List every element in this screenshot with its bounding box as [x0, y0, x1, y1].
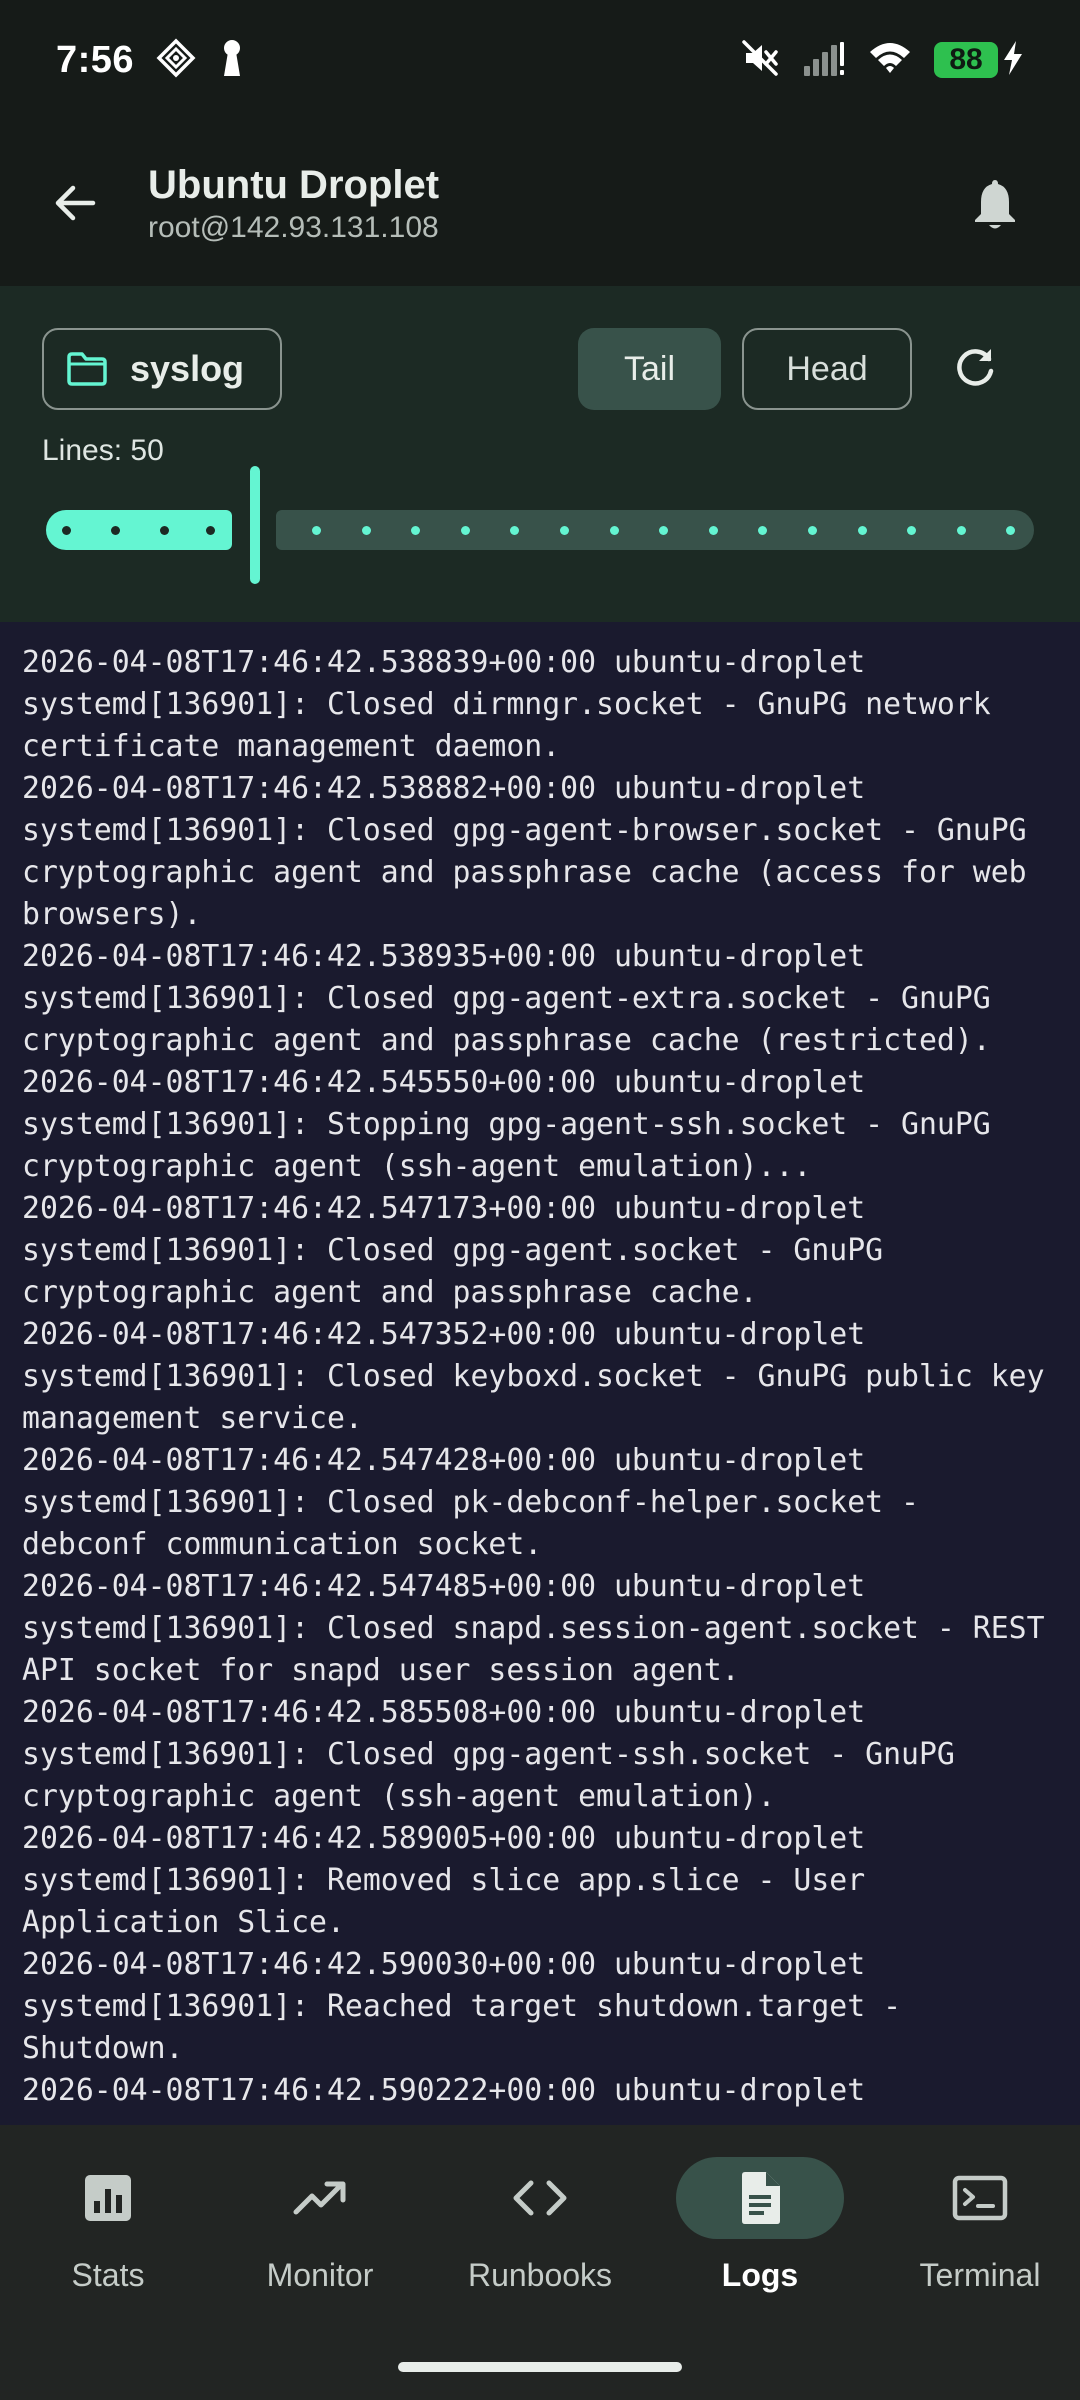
slider-tick — [206, 526, 215, 535]
terminal-icon — [952, 2175, 1008, 2221]
nav-icon-wrap — [236, 2157, 404, 2239]
nav-active-pill — [676, 2157, 844, 2239]
nav-label-runbooks: Runbooks — [467, 2257, 613, 2293]
nav-label-logs: Logs — [721, 2257, 799, 2293]
log-controls-panel: syslog Tail Head Lines: 50 — [0, 286, 1080, 622]
status-right: 88 — [740, 38, 1024, 83]
signal-icon — [802, 38, 846, 83]
bar-chart-icon — [85, 2175, 131, 2221]
nav-item-monitor[interactable]: Monitor — [212, 2157, 428, 2307]
nav-icon-wrap — [896, 2157, 1064, 2239]
nav-item-runbooks[interactable]: Runbooks — [432, 2157, 648, 2307]
trending-up-icon — [293, 2181, 346, 2215]
slider-tick — [312, 526, 321, 535]
charging-bolt-icon — [1002, 40, 1024, 81]
nav-item-stats[interactable]: Stats — [0, 2157, 216, 2307]
status-bar: 7:56 88 — [0, 0, 1080, 120]
slider-tick — [160, 526, 169, 535]
nav-item-logs[interactable]: Logs — [652, 2157, 868, 2307]
slider-tick — [956, 526, 966, 535]
status-left: 7:56 — [56, 38, 246, 83]
folder-icon — [67, 352, 107, 386]
nav-label-stats: Stats — [71, 2257, 145, 2293]
nav-icon-wrap — [24, 2157, 192, 2239]
document-icon — [742, 2172, 780, 2224]
back-button[interactable] — [40, 168, 110, 238]
nav-label-monitor: Monitor — [266, 2257, 374, 2293]
status-time: 7:56 — [56, 38, 135, 81]
log-file-select-button[interactable]: syslog — [42, 328, 282, 410]
connection-subtitle: root@142.93.131.108 — [148, 211, 439, 244]
slider-tick — [808, 526, 817, 535]
location-diamond-icon — [156, 38, 196, 83]
slider-tick — [560, 526, 569, 535]
log-output[interactable]: 2026-04-08T17:46:42.538839+00:00 ubuntu-… — [0, 622, 1080, 2125]
tail-button[interactable]: Tail — [578, 328, 721, 410]
title-block: Ubuntu Droplet root@142.93.131.108 — [148, 161, 960, 245]
slider-tick — [111, 526, 120, 535]
lines-slider[interactable] — [46, 466, 1034, 590]
mute-icon — [740, 38, 780, 83]
battery-indicator: 88 — [934, 40, 1024, 81]
home-indicator[interactable] — [398, 2362, 682, 2372]
slider-thumb[interactable] — [250, 466, 260, 584]
battery-level: 88 — [934, 42, 998, 78]
slider-inactive-track — [276, 510, 1034, 550]
nav-label-terminal: Terminal — [919, 2257, 1041, 2293]
slider-tick — [609, 526, 619, 535]
bottom-navigation: Stats Monitor Runbooks Logs Terminal — [0, 2125, 1080, 2400]
nav-item-terminal[interactable]: Terminal — [872, 2157, 1080, 2307]
log-text: 2026-04-08T17:46:42.538839+00:00 ubuntu-… — [22, 645, 1045, 2108]
slider-tick — [708, 526, 718, 535]
app-bar: Ubuntu Droplet root@142.93.131.108 — [0, 120, 1080, 286]
slider-tick — [857, 526, 867, 535]
refresh-icon — [957, 349, 994, 386]
slider-active-track — [46, 510, 232, 550]
refresh-button[interactable] — [940, 334, 1010, 404]
page-title: Ubuntu Droplet — [148, 163, 440, 207]
log-file-label: syslog — [130, 348, 245, 389]
nav-icon-wrap — [456, 2157, 624, 2239]
lines-label: Lines: 50 — [42, 434, 164, 467]
slider-tick — [62, 526, 71, 535]
arrow-left-icon — [55, 185, 96, 221]
head-button[interactable]: Head — [742, 328, 912, 410]
wifi-icon — [868, 38, 912, 83]
code-icon — [513, 2180, 567, 2216]
notifications-button[interactable] — [960, 168, 1030, 238]
slider-tick — [361, 526, 371, 535]
bell-icon — [975, 180, 1015, 229]
slider-tick — [460, 526, 470, 535]
keyhole-icon — [218, 38, 246, 83]
